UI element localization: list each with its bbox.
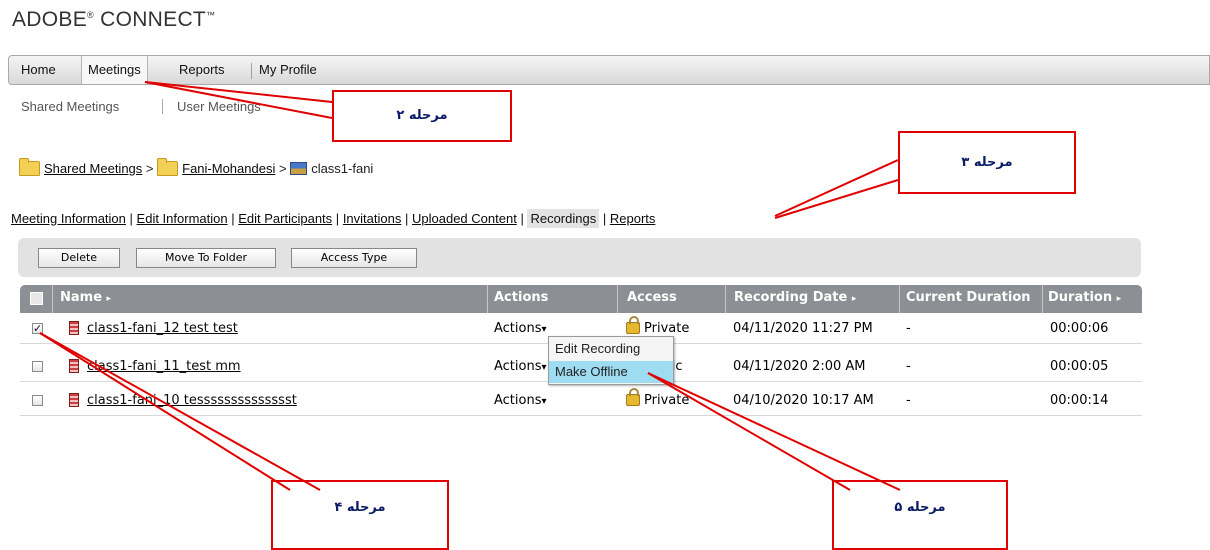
pointer-line-step-4 [39, 332, 321, 491]
pointer-line-step-5 [647, 372, 901, 491]
pointer-line-step-3 [774, 159, 899, 217]
pointer-line-step-5 [647, 372, 851, 491]
annotation-lines [39, 81, 901, 491]
pointer-line-step-4 [39, 332, 291, 491]
pointer-line-step-3 [774, 179, 899, 219]
